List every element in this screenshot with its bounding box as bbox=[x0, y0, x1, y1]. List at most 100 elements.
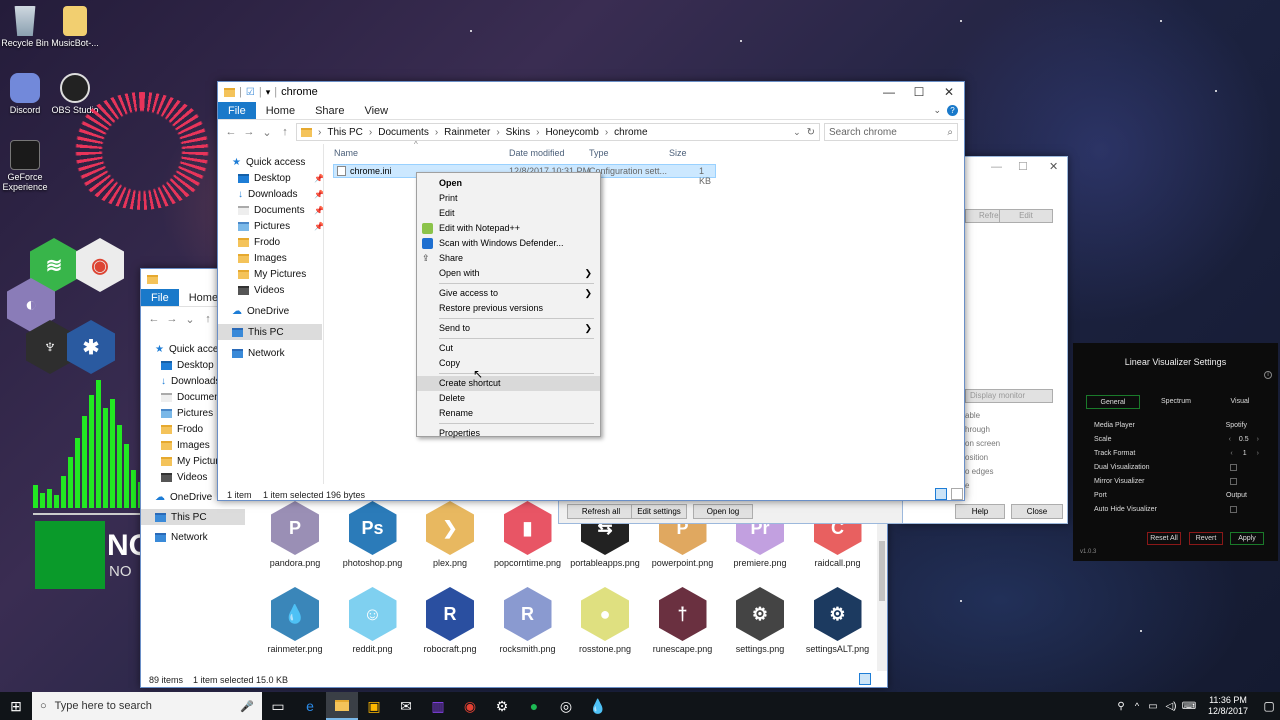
desktop-icon-musicbot[interactable]: MusicBot-... bbox=[45, 6, 105, 48]
help-button[interactable]: Help bbox=[955, 504, 1005, 519]
battlenet-hex-icon[interactable]: ✱ bbox=[67, 320, 115, 374]
breadcrumb-item[interactable]: chrome bbox=[614, 127, 647, 138]
back-icon[interactable]: ← bbox=[224, 126, 238, 138]
minimize-icon[interactable]: — bbox=[991, 161, 1002, 173]
decrement-icon[interactable]: ‹ bbox=[1230, 450, 1232, 457]
back-icon[interactable]: ← bbox=[147, 313, 161, 325]
open-log-button[interactable]: Open log bbox=[693, 504, 753, 519]
thumbnail-item[interactable]: Rrobocraft.png bbox=[414, 587, 486, 667]
menu-item-print[interactable]: Print bbox=[417, 191, 600, 206]
col-name[interactable]: Name bbox=[334, 148, 358, 158]
setting-value[interactable]: 1 bbox=[1243, 450, 1247, 457]
menu-item-properties[interactable]: Properties bbox=[417, 426, 600, 441]
refresh-icon[interactable]: ↻ bbox=[807, 127, 815, 138]
microphone-icon[interactable]: 🎤 bbox=[240, 700, 254, 713]
tab-file[interactable]: File bbox=[141, 289, 179, 306]
qat-dropdown-icon[interactable]: ▾ bbox=[266, 87, 271, 98]
menu-item-edit-notepadpp[interactable]: Edit with Notepad++ bbox=[417, 221, 600, 236]
setting-value[interactable]: 0.5 bbox=[1239, 436, 1249, 443]
tab-share[interactable]: Share bbox=[305, 102, 354, 119]
settings-icon[interactable]: ⚙ bbox=[486, 692, 518, 720]
chrome-hex-icon[interactable]: ◉ bbox=[76, 238, 124, 292]
notifications-icon[interactable]: ▢ bbox=[1258, 692, 1280, 720]
taskbar-search-input[interactable]: Type here to search bbox=[55, 700, 233, 712]
revert-button[interactable]: Revert bbox=[1189, 532, 1223, 545]
nav-network[interactable]: Network bbox=[232, 345, 324, 361]
tab-file[interactable]: File bbox=[218, 102, 256, 119]
ribbon-expand-icon[interactable]: ⌄ bbox=[927, 102, 947, 119]
nav-frodo[interactable]: Frodo bbox=[232, 234, 324, 250]
thumbnail-item[interactable]: Ppandora.png bbox=[259, 501, 331, 581]
address-dropdown-icon[interactable]: ⌄ bbox=[793, 127, 801, 138]
chrome-icon[interactable]: ◉ bbox=[454, 692, 486, 720]
setting-value[interactable]: Spotify bbox=[1226, 422, 1247, 429]
monitor-dropdown[interactable]: Display monitor bbox=[965, 389, 1053, 403]
setting-value[interactable]: Output bbox=[1226, 492, 1247, 499]
tray-up-icon[interactable]: ^ bbox=[1130, 692, 1144, 720]
menu-item-share[interactable]: ⇪ Share bbox=[417, 251, 600, 266]
thumbnail-item[interactable]: ☺ reddit.png bbox=[337, 587, 409, 667]
forward-icon[interactable]: → bbox=[242, 126, 256, 138]
reset-all-button[interactable]: Reset All bbox=[1147, 532, 1181, 545]
tab-general[interactable]: General bbox=[1086, 395, 1140, 409]
menu-item-open-with[interactable]: Open with ❯ bbox=[417, 266, 600, 281]
input-icon[interactable]: ⌨ bbox=[1180, 692, 1198, 720]
recent-dropdown-icon[interactable]: ⌄ bbox=[260, 126, 274, 139]
spotify-icon[interactable]: ● bbox=[518, 692, 550, 720]
tab-home[interactable]: Home bbox=[256, 102, 305, 119]
search-box[interactable]: Search chrome ⌕ bbox=[824, 123, 958, 141]
edit-button[interactable]: Edit bbox=[999, 209, 1053, 223]
nav-my-pictures[interactable]: My Pictures bbox=[232, 266, 324, 282]
increment-icon[interactable]: › bbox=[1257, 450, 1259, 457]
store-icon[interactable]: ▣ bbox=[358, 692, 390, 720]
minimize-icon[interactable]: — bbox=[874, 85, 904, 99]
breadcrumb-item[interactable]: This PC bbox=[327, 127, 363, 138]
file-explorer-icon[interactable] bbox=[326, 692, 358, 720]
twitch-icon[interactable]: ▥ bbox=[422, 692, 454, 720]
nav-onedrive[interactable]: ☁ OneDrive bbox=[232, 303, 324, 319]
nav-this-pc[interactable]: This PC bbox=[218, 324, 322, 340]
large-icons-view-icon[interactable] bbox=[951, 488, 963, 500]
maximize-icon[interactable]: ☐ bbox=[904, 85, 934, 99]
decrement-icon[interactable]: ‹ bbox=[1229, 436, 1231, 443]
clock[interactable]: 11:36 PM 12/8/2017 bbox=[1198, 695, 1258, 717]
breadcrumb-item[interactable]: Honeycomb bbox=[545, 127, 598, 138]
dropdown-icon[interactable]: ⌄ bbox=[183, 313, 197, 326]
menu-item-send-to[interactable]: Send to ❯ bbox=[417, 321, 600, 336]
nav-images[interactable]: Images bbox=[232, 250, 324, 266]
info-icon[interactable]: i bbox=[1264, 371, 1272, 379]
thumbnail-item[interactable]: ● rosstone.png bbox=[569, 587, 641, 667]
menu-item-give-access[interactable]: Give access to ❯ bbox=[417, 286, 600, 301]
menu-item-rename[interactable]: Rename bbox=[417, 406, 600, 421]
checkbox[interactable] bbox=[1230, 463, 1237, 471]
breadcrumb-item[interactable]: Rainmeter bbox=[444, 127, 490, 138]
menu-item-cut[interactable]: Cut bbox=[417, 341, 600, 356]
tab-view[interactable]: View bbox=[354, 102, 398, 119]
task-view-icon[interactable]: ▭ bbox=[262, 692, 294, 720]
desktop-icon-geforce[interactable]: GeForce Experience bbox=[0, 140, 55, 192]
close-button[interactable]: Close bbox=[1011, 504, 1063, 519]
breadcrumb-item[interactable]: Documents bbox=[378, 127, 429, 138]
thumbnail-item[interactable]: ❯ plex.png bbox=[414, 501, 486, 581]
windows-start-icon[interactable]: ⊞ bbox=[0, 692, 32, 720]
close-icon[interactable]: ✕ bbox=[934, 85, 964, 99]
menu-item-delete[interactable]: Delete bbox=[417, 391, 600, 406]
address-bar[interactable]: › This PC › Documents › Rainmeter › Skins › … bbox=[296, 123, 820, 141]
close-icon[interactable]: ✕ bbox=[1049, 160, 1058, 173]
properties-icon[interactable]: ☑ bbox=[246, 87, 255, 98]
up-icon[interactable]: ↑ bbox=[278, 126, 292, 138]
help-icon[interactable]: ? bbox=[947, 105, 958, 116]
thumbnail-item[interactable]: Rrocksmith.png bbox=[492, 587, 564, 667]
tab-spectrum[interactable]: Spectrum bbox=[1149, 395, 1203, 409]
refresh-all-button[interactable]: Refresh all bbox=[567, 504, 635, 519]
thumbnail-item[interactable]: ⚙ settings.png bbox=[724, 587, 796, 667]
menu-item-copy[interactable]: Copy bbox=[417, 356, 600, 371]
col-type[interactable]: Type bbox=[589, 148, 609, 158]
edit-settings-button[interactable]: Edit settings bbox=[631, 504, 687, 519]
taskbar-search[interactable]: ○ Type here to search 🎤 bbox=[32, 692, 262, 720]
menu-item-open[interactable]: Open bbox=[417, 176, 600, 191]
col-size[interactable]: Size bbox=[669, 148, 687, 158]
nav-videos[interactable]: Videos bbox=[232, 282, 324, 298]
maximize-icon[interactable]: ☐ bbox=[1018, 160, 1028, 173]
scrollbar-thumb[interactable] bbox=[879, 541, 885, 601]
